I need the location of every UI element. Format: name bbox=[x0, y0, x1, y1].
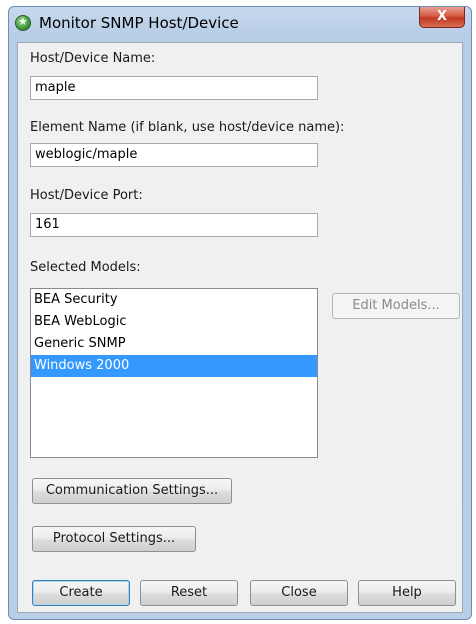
close-icon: X bbox=[436, 9, 448, 24]
monitor-snmp-dialog: Monitor SNMP Host/Device X Host/Device N… bbox=[8, 6, 472, 620]
help-button[interactable]: Help bbox=[358, 580, 456, 606]
element-name-field[interactable]: weblogic/maple bbox=[30, 143, 318, 167]
list-item-bea-weblogic[interactable]: BEA WebLogic bbox=[31, 311, 317, 333]
edit-models-button[interactable]: Edit Models... bbox=[332, 293, 460, 319]
models-list[interactable]: BEA Security BEA WebLogic Generic SNMP W… bbox=[30, 288, 318, 458]
close-window-button[interactable]: X bbox=[419, 7, 465, 28]
port-field[interactable]: 161 bbox=[30, 213, 318, 237]
title-bar[interactable]: Monitor SNMP Host/Device X bbox=[9, 7, 471, 37]
list-item-bea-security[interactable]: BEA Security bbox=[31, 289, 317, 311]
host-name-field[interactable]: maple bbox=[30, 76, 318, 100]
element-name-label: Element Name (if blank, use host/device … bbox=[30, 120, 345, 135]
window-title: Monitor SNMP Host/Device bbox=[39, 14, 239, 32]
app-icon bbox=[15, 15, 31, 31]
host-name-label: Host/Device Name: bbox=[30, 51, 156, 66]
close-button[interactable]: Close bbox=[250, 580, 348, 606]
selected-models-label: Selected Models: bbox=[30, 260, 141, 275]
dialog-content: Host/Device Name: maple Element Name (if… bbox=[17, 42, 463, 613]
list-item-generic-snmp[interactable]: Generic SNMP bbox=[31, 333, 317, 355]
reset-button[interactable]: Reset bbox=[140, 580, 238, 606]
communication-settings-button[interactable]: Communication Settings... bbox=[32, 478, 232, 504]
create-button[interactable]: Create bbox=[32, 580, 130, 606]
protocol-settings-button[interactable]: Protocol Settings... bbox=[32, 526, 196, 552]
port-label: Host/Device Port: bbox=[30, 188, 143, 203]
list-item-windows-2000[interactable]: Windows 2000 bbox=[31, 355, 317, 377]
